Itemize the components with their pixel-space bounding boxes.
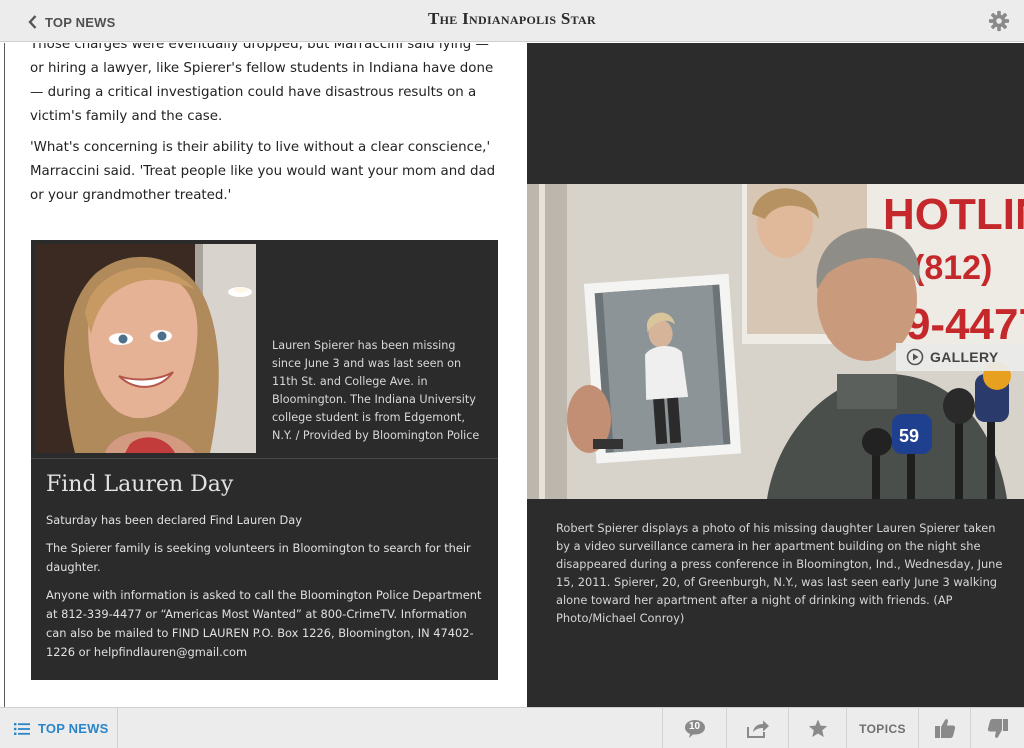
play-circle-icon (906, 348, 924, 366)
mic-station-label: 59 (899, 426, 919, 446)
gallery-label: GALLERY (930, 349, 999, 365)
share-button[interactable] (726, 708, 788, 748)
poster-number-line1: (812) (913, 249, 992, 287)
thumbs-up-button[interactable] (918, 708, 970, 748)
top-news-button[interactable]: TOP NEWS (0, 708, 118, 748)
article-paragraph: 'What's concerning is their ability to l… (30, 140, 496, 203)
sidebar-paragraph: Saturday has been declared Find Lauren D… (46, 513, 303, 527)
thumbs-down-button[interactable] (970, 708, 1024, 748)
sidebar-title: Find Lauren Day (46, 472, 234, 497)
share-icon (746, 720, 769, 738)
divider (31, 458, 498, 459)
toolbar-actions: 10 TOPICS (662, 708, 1024, 748)
gear-icon[interactable] (988, 10, 1010, 32)
topics-button[interactable]: TOPICS (846, 708, 918, 748)
thumbs-up-icon (934, 719, 955, 738)
lauren-photo[interactable] (35, 244, 256, 453)
photo-caption: Robert Spierer displays a photo of his m… (556, 521, 1003, 625)
photo-panel: HOTLINE (812) 339-4477 59 (527, 43, 1024, 707)
thumbs-down-icon (987, 719, 1008, 738)
lauren-photo-caption: Lauren Spierer has been missing since Ju… (272, 339, 480, 442)
topics-label: TOPICS (859, 721, 906, 736)
top-bar: TOP NEWS The Indianapolis Star (0, 0, 1024, 42)
bottom-toolbar: TOP NEWS 10 TOPICS (0, 707, 1024, 748)
list-icon (14, 722, 30, 735)
sidebar-paragraph: The Spierer family is seeking volunteers… (46, 541, 471, 574)
comments-button[interactable]: 10 (662, 708, 726, 748)
press-conference-photo[interactable]: HOTLINE (812) 339-4477 59 (527, 184, 1024, 499)
masthead-logo: The Indianapolis Star (427, 9, 596, 28)
find-lauren-sidebar: Lauren Spierer has been missing since Ju… (31, 240, 498, 680)
star-icon (808, 719, 827, 737)
gallery-button[interactable]: GALLERY (896, 343, 1024, 371)
article-paragraph: Those charges were eventually dropped, b… (30, 43, 494, 124)
sidebar-paragraph: Anyone with information is asked to call… (46, 588, 482, 659)
comment-count: 10 (688, 720, 701, 732)
top-news-label: TOP NEWS (38, 721, 109, 736)
article-body[interactable]: Those charges were eventually dropped, b… (4, 43, 527, 707)
poster-hotline-text: HOTLINE (883, 190, 1024, 239)
favorite-button[interactable] (788, 708, 846, 748)
